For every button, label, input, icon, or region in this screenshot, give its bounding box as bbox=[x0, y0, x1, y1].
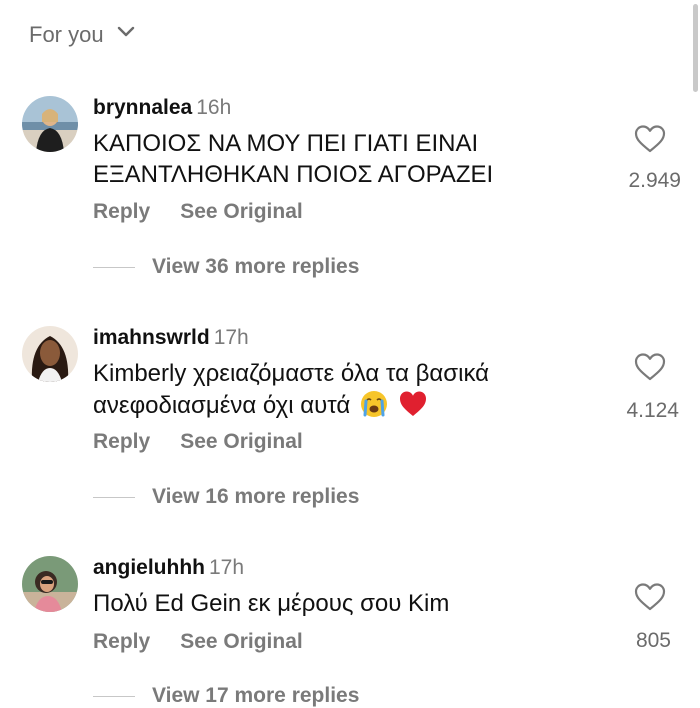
comment-actions: Reply See Original bbox=[93, 630, 303, 654]
like-count: 2.949 bbox=[628, 169, 681, 192]
comment-meta: brynnalea 16h bbox=[93, 96, 231, 120]
view-replies-label: View 16 more replies bbox=[152, 485, 360, 508]
avatar[interactable] bbox=[22, 96, 78, 152]
like-count: 4.124 bbox=[626, 399, 679, 422]
view-replies-button[interactable]: View 17 more replies bbox=[93, 684, 359, 708]
like-button[interactable] bbox=[620, 124, 680, 154]
see-original-button[interactable]: See Original bbox=[180, 430, 303, 454]
crying-face-emoji-icon bbox=[359, 389, 389, 419]
reply-button[interactable]: Reply bbox=[93, 430, 150, 454]
avatar[interactable] bbox=[22, 556, 78, 612]
comment-meta: imahnswrld 17h bbox=[93, 326, 249, 350]
username[interactable]: imahnswrld bbox=[93, 326, 210, 349]
comment-text: Πολύ Ed Gein εκ μέρους σου Kim bbox=[93, 588, 613, 619]
view-replies-label: View 17 more replies bbox=[152, 684, 360, 707]
divider bbox=[93, 266, 135, 268]
comment-actions: Reply See Original bbox=[93, 430, 303, 454]
heart-outline-icon bbox=[634, 125, 666, 153]
reply-button[interactable]: Reply bbox=[93, 200, 150, 224]
view-replies-button[interactable]: View 36 more replies bbox=[93, 255, 359, 279]
comment-text-line: ΚΑΠΟΙΟΣ ΝΑ ΜΟΥ ΠΕΙ ΓΙΑΤΙ ΕΙΝΑΙ bbox=[93, 130, 479, 157]
scrollbar[interactable] bbox=[693, 4, 698, 92]
comment-meta: angieluhhh 17h bbox=[93, 556, 244, 580]
reply-button[interactable]: Reply bbox=[93, 630, 150, 654]
comment-text-line: Kimberly χρειαζόμαστε όλα τα βασικά bbox=[93, 360, 490, 387]
see-original-button[interactable]: See Original bbox=[180, 200, 303, 224]
heart-outline-icon bbox=[634, 583, 666, 611]
comment-text: ΚΑΠΟΙΟΣ ΝΑ ΜΟΥ ΠΕΙ ΓΙΑΤΙ ΕΙΝΑΙ ΕΞΑΝΤΛΗΘΗ… bbox=[93, 128, 613, 190]
like-button[interactable] bbox=[620, 582, 680, 612]
view-replies-button[interactable]: View 16 more replies bbox=[93, 485, 359, 509]
divider bbox=[93, 496, 135, 498]
comment-text-line: ΕΞΑΝΤΛΗΘΗΚΑΝ ΠΟΙΟΣ ΑΓΟΡΑΖΕΙ bbox=[93, 161, 494, 188]
username[interactable]: brynnalea bbox=[93, 96, 192, 119]
comment-text-line: Πολύ Ed Gein εκ μέρους σου Kim bbox=[93, 590, 450, 617]
like-button[interactable] bbox=[620, 352, 680, 382]
comment-text-line-with-emoji: ανεφοδιασμένα όχι αυτά bbox=[93, 389, 613, 421]
view-replies-label: View 36 more replies bbox=[152, 255, 360, 278]
heart-outline-icon bbox=[634, 353, 666, 381]
chevron-down-icon bbox=[116, 22, 136, 48]
username[interactable]: angieluhhh bbox=[93, 556, 205, 579]
timestamp: 16h bbox=[196, 96, 232, 119]
timestamp: 17h bbox=[213, 326, 249, 349]
comment-sort-dropdown[interactable]: For you bbox=[29, 22, 136, 48]
timestamp: 17h bbox=[209, 556, 245, 579]
avatar[interactable] bbox=[22, 326, 78, 382]
red-heart-emoji-icon bbox=[398, 389, 428, 419]
like-count: 805 bbox=[635, 629, 671, 652]
comment-text: Kimberly χρειαζόμαστε όλα τα βασικά ανεφ… bbox=[93, 358, 613, 421]
divider bbox=[93, 695, 135, 697]
comment-text-line: ανεφοδιασμένα όχι αυτά bbox=[93, 392, 351, 419]
sort-label: For you bbox=[29, 22, 104, 47]
see-original-button[interactable]: See Original bbox=[180, 630, 303, 654]
comment-actions: Reply See Original bbox=[93, 200, 303, 224]
